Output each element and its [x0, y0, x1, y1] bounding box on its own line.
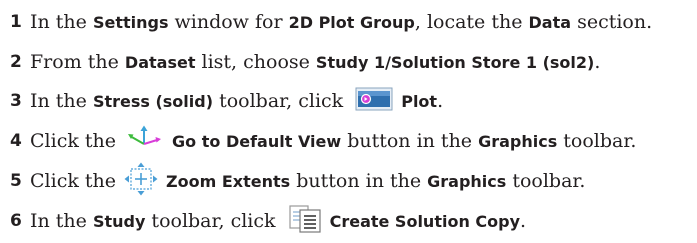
step-text: toolbar, click — [145, 210, 282, 232]
ui-term-zoom-extents: Zoom Extents — [166, 171, 291, 191]
step-text: In the — [30, 210, 93, 232]
ui-term-graphics: Graphics — [427, 171, 507, 191]
step-number: 1 — [10, 12, 22, 32]
ui-term-stress-solid: Stress (solid) — [92, 91, 214, 111]
step-number: 6 — [10, 211, 22, 231]
step-text: button in the — [341, 130, 479, 152]
step-6: 6 In the Study toolbar, click Create Sol… — [10, 201, 526, 241]
step-text: In the — [30, 11, 93, 33]
ui-term-settings: Settings — [92, 12, 169, 32]
create-solution-copy-icon — [288, 204, 322, 239]
step-text: Click the — [30, 130, 123, 152]
ui-term-go-to-default-view: Go to Default View — [172, 131, 342, 151]
zoom-extents-icon — [124, 162, 158, 201]
ui-term-data: Data — [528, 12, 572, 32]
ui-term-create-solution-copy: Create Solution Copy — [329, 211, 521, 231]
step-4: 4 Click the Go to Default View button in… — [10, 121, 636, 161]
step-text: section. — [571, 11, 653, 33]
step-text: Click the — [30, 170, 123, 192]
step-text: window for — [168, 11, 289, 33]
step-text: . — [520, 210, 527, 232]
step-text: From the — [30, 51, 125, 73]
go-to-default-view-icon — [124, 124, 164, 159]
step-text: . — [594, 51, 601, 73]
plot-icon — [355, 87, 393, 116]
step-text: toolbar, click — [213, 90, 350, 112]
step-text: list, choose — [195, 51, 316, 73]
ui-term-graphics: Graphics — [478, 131, 558, 151]
step-text: button in the — [290, 170, 428, 192]
step-number: 3 — [10, 91, 22, 111]
step-text: toolbar. — [506, 170, 586, 192]
step-number: 2 — [10, 52, 22, 72]
step-2: 2 From the Dataset list, choose Study 1/… — [10, 42, 600, 82]
step-text: toolbar. — [557, 130, 637, 152]
step-number: 4 — [10, 131, 22, 151]
ui-term-dataset: Dataset — [124, 52, 196, 72]
ui-term-study: Study — [92, 211, 146, 231]
ui-term-plot: Plot — [401, 91, 438, 111]
step-1: 1 In the Settings window for 2D Plot Gro… — [10, 2, 652, 42]
step-text: , locate the — [414, 11, 529, 33]
step-5: 5 Click the Zoom Extents button in the G… — [10, 161, 585, 201]
step-text: . — [437, 90, 444, 112]
step-text: In the — [30, 90, 93, 112]
ui-term-solution-store: Study 1/Solution Store 1 (sol2) — [315, 52, 595, 72]
ui-term-2d-plot-group: 2D Plot Group — [288, 12, 415, 32]
step-number: 5 — [10, 171, 22, 191]
step-3: 3 In the Stress (solid) toolbar, click P… — [10, 81, 443, 121]
